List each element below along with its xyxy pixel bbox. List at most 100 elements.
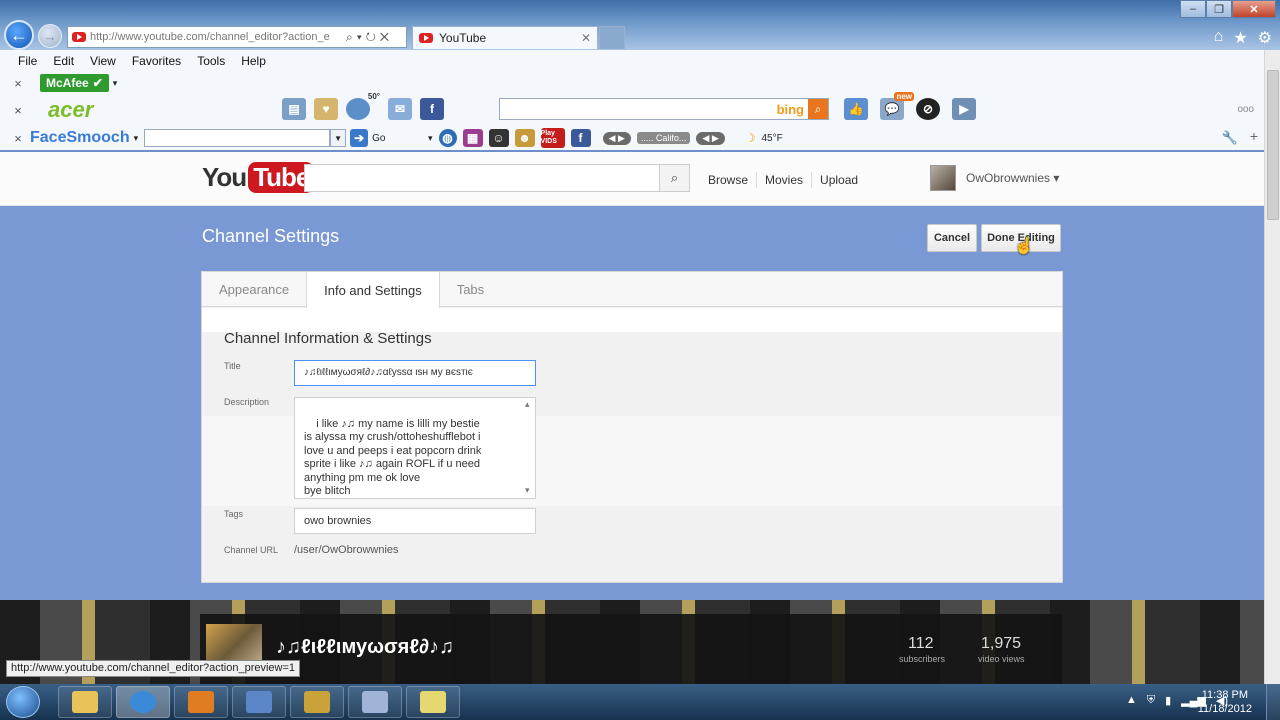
media-player-icon bbox=[188, 691, 214, 713]
youtube-logo[interactable]: You Tube bbox=[202, 162, 315, 193]
tab-title: YouTube bbox=[439, 31, 487, 45]
address-bar[interactable]: http://www.youtube.com/channel_editor?ac… bbox=[67, 26, 407, 48]
taskbar-media-player[interactable] bbox=[174, 686, 228, 718]
tags-field[interactable]: owo brownies bbox=[294, 508, 536, 534]
description-field[interactable]: i like ♪♫ my name is lilli my bestie is … bbox=[294, 397, 536, 499]
wrench-icon[interactable]: 🔧 bbox=[1222, 130, 1238, 146]
mcafee-button[interactable]: McAfee ✔ bbox=[40, 74, 109, 92]
nav-movies[interactable]: Movies bbox=[757, 173, 811, 187]
weather-icon[interactable]: 50° bbox=[346, 92, 380, 120]
show-hidden-icons[interactable]: ▲ bbox=[1126, 694, 1137, 707]
nav-browse[interactable]: Browse bbox=[700, 173, 756, 187]
security-icon[interactable]: ⛨ bbox=[1147, 694, 1155, 707]
ticket-icon[interactable]: ▤ bbox=[282, 98, 306, 120]
scrollbar-thumb[interactable] bbox=[1267, 70, 1279, 220]
description-scrollbar[interactable] bbox=[524, 398, 534, 497]
menu-view[interactable]: View bbox=[90, 54, 116, 68]
back-arrow-icon: ← bbox=[10, 24, 28, 45]
bing-search-box[interactable]: bing ⌕ bbox=[499, 98, 829, 120]
globe-icon[interactable]: ◍ bbox=[438, 129, 457, 147]
taskbar: ▲ ⛨ ▮ ▂▄▆ ◀) 11:38 PM 11/18/2012 bbox=[0, 684, 1280, 720]
username-menu[interactable]: OwObrowwnies ▾ bbox=[966, 171, 1059, 185]
window-controls: – ❐ ✕ bbox=[1180, 0, 1276, 18]
temperature: 45°F bbox=[761, 132, 783, 144]
back-button[interactable]: ← bbox=[4, 20, 34, 50]
facesmooch-search-input[interactable] bbox=[144, 129, 331, 147]
channel-url-value: /user/OwObrowwnies bbox=[294, 544, 399, 556]
video-icon[interactable]: ▶ bbox=[952, 98, 976, 120]
close-toolbar-icon[interactable]: × bbox=[8, 103, 28, 118]
ie-icon bbox=[130, 691, 156, 713]
close-toolbar-icon[interactable]: × bbox=[8, 131, 28, 146]
address-actions[interactable]: ⌕▾↻✕ bbox=[346, 30, 393, 45]
tab-close-icon[interactable]: ✕ bbox=[581, 31, 597, 45]
clock[interactable]: 11:38 PM 11/18/2012 bbox=[1198, 688, 1252, 716]
media-controls[interactable]: ◀ ▶ bbox=[602, 131, 631, 145]
go-icon[interactable]: ➔ bbox=[350, 129, 369, 147]
facebook-icon[interactable]: f bbox=[420, 98, 444, 120]
view-count: 1,975 bbox=[981, 635, 1022, 652]
youtube-search-button[interactable]: ⌕ bbox=[659, 164, 690, 192]
search-dropdown-icon[interactable]: ▼ bbox=[330, 129, 347, 147]
power-icon[interactable]: ▮ bbox=[1165, 694, 1171, 707]
face-icon[interactable]: ☻ bbox=[514, 129, 535, 147]
taskbar-app-webcam[interactable] bbox=[290, 686, 344, 718]
facesmooch-dropdown-icon[interactable]: ▾ bbox=[134, 133, 139, 144]
tv-icon[interactable]: ▦ bbox=[462, 129, 483, 147]
mcafee-dropdown-icon[interactable]: ▾ bbox=[113, 78, 118, 89]
favorites-star-icon[interactable]: ★ bbox=[1233, 28, 1247, 48]
xp-icon bbox=[362, 691, 388, 713]
location-selector[interactable]: ..... Califo... bbox=[636, 132, 691, 144]
menu-edit[interactable]: Edit bbox=[53, 54, 74, 68]
tab-youtube[interactable]: YouTube ✕ bbox=[412, 26, 598, 49]
facebook-icon[interactable]: f bbox=[570, 129, 591, 147]
show-desktop-button[interactable] bbox=[1266, 684, 1280, 720]
menu-help[interactable]: Help bbox=[241, 54, 266, 68]
taskbar-internet-explorer[interactable] bbox=[116, 686, 170, 718]
cancel-button[interactable]: Cancel bbox=[927, 224, 977, 252]
youtube-header: You Tube ⌕ Browse Movies Upload OwObroww… bbox=[0, 152, 1264, 206]
address-text[interactable]: http://www.youtube.com/channel_editor?ac… bbox=[90, 31, 340, 43]
avatar[interactable] bbox=[930, 165, 956, 191]
minimize-button[interactable]: – bbox=[1180, 0, 1206, 18]
menu-favorites[interactable]: Favorites bbox=[132, 54, 181, 68]
taskbar-app-paint[interactable] bbox=[232, 686, 286, 718]
tab-tabs[interactable]: Tabs bbox=[440, 272, 501, 307]
dropdown-icon[interactable]: ▾ bbox=[428, 133, 433, 144]
add-toolbar-icon[interactable]: + bbox=[1250, 128, 1258, 144]
description-label: Description bbox=[224, 397, 270, 407]
cards-icon[interactable]: ♥ bbox=[314, 98, 338, 120]
start-button[interactable] bbox=[6, 686, 40, 718]
tab-info-and-settings[interactable]: Info and Settings bbox=[306, 272, 440, 308]
thumbs-up-icon[interactable]: 👍 bbox=[844, 98, 868, 120]
close-window-button[interactable]: ✕ bbox=[1232, 0, 1276, 18]
tab-appearance[interactable]: Appearance bbox=[202, 272, 306, 307]
search-icon[interactable]: ⌕ bbox=[808, 99, 828, 119]
settings-gear-icon[interactable]: ⚙ bbox=[1258, 28, 1272, 48]
go-label[interactable]: Go bbox=[372, 133, 385, 144]
menu-tools[interactable]: Tools bbox=[197, 54, 225, 68]
mail-icon[interactable]: ✉ bbox=[388, 98, 412, 120]
page-scrollbar[interactable] bbox=[1264, 50, 1280, 684]
chat-icon[interactable]: 💬 new bbox=[880, 92, 914, 120]
playvids-icon[interactable]: Play VIDS bbox=[540, 128, 565, 148]
cat-icon[interactable]: ☺ bbox=[488, 129, 509, 147]
nav-upload[interactable]: Upload bbox=[812, 173, 866, 187]
home-icon[interactable]: ⌂ bbox=[1214, 28, 1224, 48]
title-field[interactable]: ♪♫ℓιℓℓιмуωσяℓ∂♪♫αℓуѕѕα ιѕн му вєѕтιє bbox=[294, 360, 536, 386]
taskbar-explorer[interactable] bbox=[58, 686, 112, 718]
settings-panel: Appearance Info and Settings Tabs Channe… bbox=[201, 271, 1063, 583]
no-sign-icon[interactable]: ⊘ bbox=[916, 98, 940, 120]
forward-button[interactable]: → bbox=[38, 24, 62, 48]
new-tab-button[interactable] bbox=[599, 26, 625, 49]
youtube-search-input[interactable] bbox=[304, 164, 660, 192]
taskbar-app-notes[interactable] bbox=[406, 686, 460, 718]
restore-button[interactable]: ❐ bbox=[1206, 0, 1232, 18]
folder-icon bbox=[72, 691, 98, 713]
close-toolbar-icon[interactable]: × bbox=[8, 76, 28, 91]
more-options-icon[interactable]: ooo bbox=[1237, 104, 1254, 115]
view-label: video views bbox=[978, 654, 1025, 664]
media-volume[interactable]: ◀ ▶ bbox=[696, 131, 725, 145]
taskbar-app-xp[interactable] bbox=[348, 686, 402, 718]
menu-file[interactable]: File bbox=[18, 54, 37, 68]
